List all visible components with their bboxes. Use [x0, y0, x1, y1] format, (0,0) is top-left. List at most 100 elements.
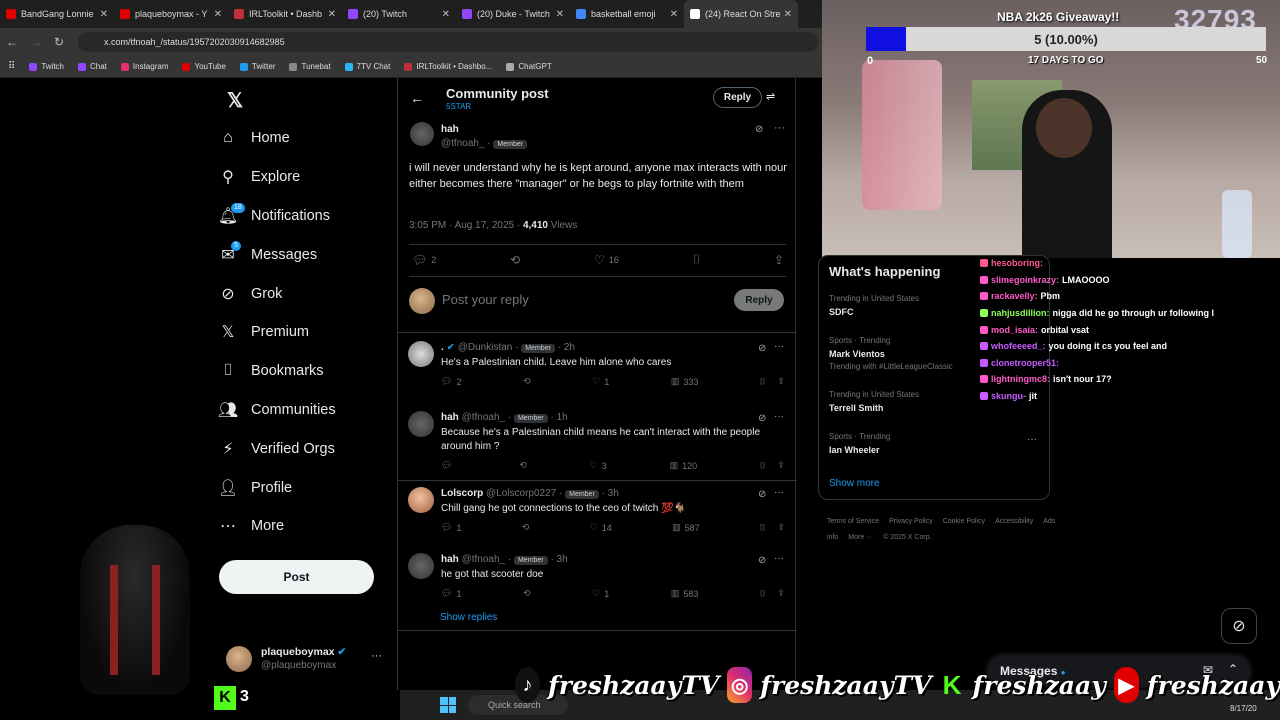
share-icon[interactable]: ⇪: [777, 460, 785, 471]
reply-action[interactable]: 💬︎ 2: [441, 376, 461, 387]
sidebar-item-explore[interactable]: ⚲ Explore: [219, 158, 389, 197]
footer-link[interactable]: Privacy Policy: [889, 518, 933, 525]
reply-input[interactable]: Post your reply: [442, 292, 529, 307]
windows-start-icon[interactable]: [440, 697, 456, 713]
bookmark-icon[interactable]: ⌷: [760, 588, 765, 599]
reply-handle[interactable]: @tfnoah_ ·: [462, 412, 514, 423]
footer-link[interactable]: © 2025 X Corp.: [883, 534, 931, 541]
bookmark-item[interactable]: YouTube: [182, 62, 226, 71]
show-more-link[interactable]: Show more: [829, 478, 880, 489]
bookmark-item[interactable]: 7TV Chat: [344, 62, 390, 71]
bookmark-item[interactable]: Twitch: [29, 62, 64, 71]
show-replies-link[interactable]: Show replies: [440, 612, 497, 623]
sidebar-item-communities[interactable]: 👥︎ Communities: [218, 391, 389, 430]
filter-icon[interactable]: ⇌: [766, 90, 775, 103]
views-action[interactable]: ▥ 587: [672, 522, 700, 533]
header-reply-button[interactable]: Reply: [713, 87, 762, 108]
grok-icon[interactable]: ⊘: [758, 413, 766, 424]
browser-tab[interactable]: IRLToolkit • Dashb ✕: [228, 0, 342, 28]
repost-action[interactable]: ⟲: [522, 522, 530, 533]
sidebar-item-premium[interactable]: 𝕏 Premium: [219, 313, 389, 352]
bookmark-icon[interactable]: ⌷: [760, 376, 765, 387]
browser-tab[interactable]: (20) Twitch ✕: [342, 0, 456, 28]
browser-tab[interactable]: plaqueboymax - Y ✕: [114, 0, 228, 28]
grok-icon[interactable]: ⊘: [755, 124, 763, 135]
reply-handle[interactable]: @Dunkistan ·: [458, 342, 522, 353]
like-action[interactable]: ♡ 1: [592, 588, 609, 599]
reply-author[interactable]: hah: [441, 412, 459, 423]
browser-tab[interactable]: BandGang Lonnie ✕: [0, 0, 114, 28]
more-icon[interactable]: ···: [774, 122, 785, 134]
grok-icon[interactable]: ⊘: [758, 555, 766, 566]
share-icon[interactable]: ⇪: [777, 376, 785, 387]
url-bar[interactable]: x.com/tfnoah_/status/1957202030914682985: [78, 32, 818, 52]
more-icon[interactable]: ···: [774, 487, 784, 498]
avatar[interactable]: [410, 122, 434, 146]
reply-action[interactable]: 💬︎ 1: [441, 522, 461, 533]
sidebar-item-messages[interactable]: ✉ 5 Messages: [219, 235, 389, 274]
views-action[interactable]: ▥ 583: [671, 588, 699, 599]
reply-submit-button[interactable]: Reply: [734, 289, 784, 311]
repost-action[interactable]: ⟲: [523, 588, 531, 599]
avatar[interactable]: [408, 487, 434, 513]
footer-link[interactable]: Terms of Service: [827, 518, 879, 525]
more-icon[interactable]: ···: [774, 411, 784, 422]
browser-tab[interactable]: (20) Duke - Twitch ✕: [456, 0, 570, 28]
bookmark-item[interactable]: Chat: [78, 62, 107, 71]
browser-tab[interactable]: (24) React On Stre ✕: [684, 0, 798, 28]
avatar[interactable]: [408, 341, 434, 367]
reply-action[interactable]: 💬︎: [441, 460, 456, 471]
share-icon[interactable]: ⇪: [777, 522, 785, 533]
like-action[interactable]: ♡ 1: [592, 376, 609, 387]
sidebar-item-more[interactable]: ⋯ More: [219, 507, 389, 546]
sidebar-item-grok[interactable]: ⊘ Grok: [219, 274, 389, 313]
footer-link[interactable]: Cookie Policy: [943, 518, 985, 525]
reply-handle[interactable]: @Lolscorp0227 ·: [486, 488, 565, 499]
bookmark-icon[interactable]: ⌷: [760, 522, 765, 533]
footer-link[interactable]: More ···: [848, 534, 873, 541]
views-action[interactable]: ▥ 333: [671, 376, 699, 387]
close-icon[interactable]: ✕: [100, 9, 108, 20]
bookmark-item[interactable]: Instagram: [120, 62, 168, 71]
sidebar-item-notifications[interactable]: 🔔︎ 18 Notifications: [218, 197, 389, 236]
reload-icon[interactable]: ↻: [54, 35, 64, 49]
back-arrow-icon[interactable]: ←: [410, 90, 424, 106]
like-action[interactable]: ♡ 16: [594, 253, 619, 267]
bookmark-icon[interactable]: ⌷: [760, 460, 765, 471]
post-handle[interactable]: @tfnoah_ · Member: [441, 138, 528, 149]
trend-item[interactable]: Sports · Trending Ian Wheeler: [829, 432, 1039, 455]
account-menu-icon[interactable]: ···: [371, 650, 382, 662]
apps-icon[interactable]: ⠿: [8, 61, 15, 72]
bookmark-action[interactable]: ⌷: [693, 252, 700, 267]
repost-action[interactable]: ⟲: [510, 253, 520, 267]
grok-icon[interactable]: ⊘: [758, 489, 766, 500]
reply-author[interactable]: Lolscorp: [441, 488, 483, 499]
community-name[interactable]: 5STAR: [446, 102, 471, 111]
trend-more-icon[interactable]: ···: [1027, 434, 1037, 445]
close-icon[interactable]: ✕: [784, 9, 792, 20]
avatar[interactable]: [408, 553, 434, 579]
sidebar-item-verified-orgs[interactable]: ⚡︎ Verified Orgs: [219, 429, 389, 468]
grok-icon[interactable]: ⊘: [758, 343, 766, 354]
post-button[interactable]: Post: [219, 560, 374, 594]
bookmark-item[interactable]: Tunebat: [289, 62, 331, 71]
more-icon[interactable]: ···: [774, 553, 784, 564]
reply-author[interactable]: .: [441, 342, 444, 353]
reply-action[interactable]: 💬︎ 2: [412, 253, 436, 267]
more-icon[interactable]: ···: [774, 341, 784, 352]
bookmark-item[interactable]: IRLToolkit • Dashbo...: [404, 62, 492, 71]
bookmark-item[interactable]: Twitter: [239, 62, 275, 71]
post-author[interactable]: hah: [441, 124, 459, 135]
bookmark-item[interactable]: ChatGPT: [506, 62, 552, 71]
close-icon[interactable]: ✕: [442, 9, 450, 20]
close-icon[interactable]: ✕: [328, 9, 336, 20]
repost-action[interactable]: ⟲: [519, 460, 527, 471]
account-switcher[interactable]: plaqueboymax ✔ @plaqueboymax ···: [226, 644, 386, 674]
close-icon[interactable]: ✕: [556, 9, 564, 20]
reply-author[interactable]: hah: [441, 554, 459, 565]
close-icon[interactable]: ✕: [214, 9, 222, 20]
back-icon[interactable]: ←: [6, 35, 18, 49]
sidebar-item-home[interactable]: ⌂ Home: [219, 119, 389, 158]
like-action[interactable]: ♡ 3: [590, 460, 607, 471]
share-action[interactable]: ⇪: [774, 253, 784, 267]
